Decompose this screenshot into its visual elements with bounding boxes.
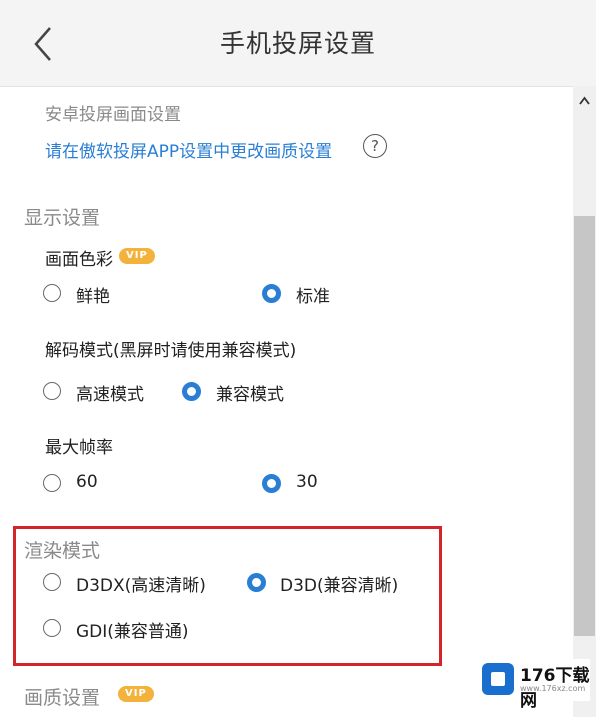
- option-compat-mode-label[interactable]: 兼容模式: [216, 380, 284, 405]
- radio-d3dx[interactable]: [43, 573, 61, 591]
- quality-settings-link[interactable]: 请在傲软投屏APP设置中更改画质设置: [45, 137, 332, 162]
- radio-compat-mode[interactable]: [182, 382, 201, 401]
- fps-label: 最大帧率: [45, 438, 113, 458]
- chevron-up-icon: [579, 96, 590, 105]
- header: 手机投屏设置: [0, 0, 596, 87]
- option-d3dx-label[interactable]: D3DX(高速清晰): [76, 571, 206, 596]
- display-settings-title: 显示设置: [24, 207, 101, 229]
- radio-gdi[interactable]: [43, 619, 61, 637]
- scroll-thumb[interactable]: [574, 216, 595, 636]
- help-icon[interactable]: ?: [363, 134, 387, 158]
- watermark-url: www.176xz.com: [520, 684, 586, 693]
- option-vivid-label[interactable]: 鲜艳: [76, 282, 110, 307]
- radio-fps-60[interactable]: [43, 474, 61, 492]
- vip-badge: VIP: [118, 686, 154, 702]
- option-fps-60-label[interactable]: 60: [76, 472, 98, 492]
- radio-fps-30[interactable]: [262, 474, 281, 493]
- render-mode-title: 渲染模式: [24, 540, 101, 562]
- scrollbar[interactable]: [573, 86, 596, 717]
- watermark: 176下载网 www.176xz.com: [478, 659, 590, 711]
- vip-badge: VIP: [119, 248, 155, 264]
- option-standard-label[interactable]: 标准: [296, 282, 330, 307]
- radio-vivid[interactable]: [43, 284, 61, 302]
- radio-fast-mode[interactable]: [43, 382, 61, 400]
- page-title: 手机投屏设置: [219, 29, 376, 58]
- quality-settings-title: 画质设置: [24, 687, 101, 709]
- radio-d3d[interactable]: [247, 573, 266, 592]
- android-settings-title: 安卓投屏画面设置: [45, 105, 181, 125]
- site-logo-icon: [482, 663, 514, 695]
- option-d3d-label[interactable]: D3D(兼容清晰): [280, 571, 398, 596]
- scroll-up-button[interactable]: [573, 92, 596, 110]
- option-gdi-label[interactable]: GDI(兼容普通): [76, 617, 189, 642]
- radio-standard[interactable]: [262, 284, 281, 303]
- color-label: 画面色彩: [45, 250, 113, 270]
- decode-label: 解码模式(黑屏时请使用兼容模式): [45, 341, 297, 361]
- option-fps-30-label[interactable]: 30: [296, 472, 318, 492]
- option-fast-mode-label[interactable]: 高速模式: [76, 380, 144, 405]
